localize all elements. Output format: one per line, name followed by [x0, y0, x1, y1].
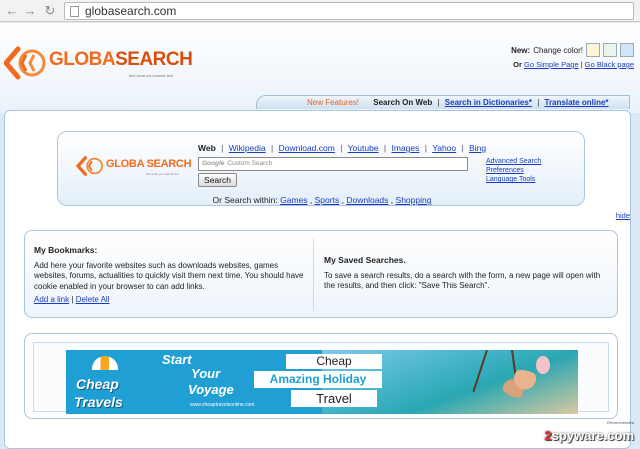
language-tools-link[interactable]: Language Tools	[486, 175, 541, 184]
advanced-search-link[interactable]: Advanced Search	[486, 157, 541, 166]
back-arrow-icon[interactable]: ←	[4, 3, 20, 19]
logo-chevron-icon	[4, 46, 46, 80]
engine-wikipedia[interactable]: Wikipedia	[229, 143, 266, 153]
search-logo-tagline: find what you wanna find	[146, 172, 180, 176]
separator: |	[580, 60, 583, 69]
engine-yahoo[interactable]: Yahoo	[432, 143, 456, 153]
ad-start-text: Start	[162, 352, 192, 367]
travel-ad-banner[interactable]: Cheap Travels Start Your Voyage www.chea…	[66, 350, 578, 414]
within-sports-link[interactable]: Sports	[315, 195, 340, 205]
site-header: GLOBASEARCH find what you wanna find New…	[0, 23, 640, 113]
separator: |	[437, 98, 440, 107]
forward-arrow-icon[interactable]: →	[22, 3, 38, 19]
separator: ,	[309, 195, 313, 205]
engine-download-com[interactable]: Download.com	[279, 143, 335, 153]
search-placeholder: Custom Search	[227, 160, 273, 167]
within-shopping-link[interactable]: Shopping	[396, 195, 432, 205]
ad-cheap-label: Cheap	[286, 354, 382, 369]
color-switcher: New: Change color! Or Go Simple Page | G…	[511, 43, 634, 69]
reload-icon[interactable]: ↻	[42, 3, 58, 19]
page-icon	[70, 6, 79, 17]
address-bar[interactable]: globasearch.com	[64, 2, 634, 20]
cheap-travels-logo: Cheap Travels	[70, 356, 140, 412]
separator: |	[461, 143, 464, 153]
bookmarks-text: Add here your favorite websites such as …	[34, 260, 304, 291]
ad-container: Cheap Travels Start Your Voyage www.chea…	[24, 333, 618, 419]
separator: |	[537, 98, 540, 107]
bookmarks-title: My Bookmarks:	[34, 245, 98, 255]
ad-frame: Cheap Travels Start Your Voyage www.chea…	[33, 342, 609, 414]
browser-toolbar: ← → ↻ globasearch.com	[0, 0, 640, 22]
2spyware-watermark: 2spyware.com	[544, 428, 634, 443]
engine-web[interactable]: Web	[198, 143, 216, 153]
globasearch-logo[interactable]: GLOBASEARCH find what you wanna find	[4, 43, 193, 89]
saved-searches-title: My Saved Searches.	[324, 255, 406, 265]
color-swatch-blue[interactable]	[620, 43, 634, 57]
logo-text: GLOBASEARCH	[49, 49, 193, 70]
search-box: GLOBA SEARCH find what you wanna find We…	[57, 131, 585, 206]
separator: |	[424, 143, 427, 153]
separator: |	[271, 143, 274, 153]
swinging-woman-image	[501, 370, 541, 398]
color-swatch-yellow[interactable]	[586, 43, 600, 57]
search-logo: GLOBA SEARCH find what you wanna find	[76, 154, 196, 180]
go-black-page-link[interactable]: Go Black page	[585, 60, 634, 69]
change-color-label: Change color!	[533, 45, 583, 55]
search-tabs: New Features! Search On Web | Search in …	[256, 95, 630, 109]
umbrella-icon	[92, 356, 118, 370]
bookmarks-panel: My Bookmarks: Add here your favorite web…	[34, 245, 306, 306]
user-panels: My Bookmarks: Add here your favorite web…	[24, 230, 618, 318]
ad-amazing-holiday-label: Amazing Holiday	[254, 371, 382, 388]
engine-bing[interactable]: Bing	[469, 143, 486, 153]
ad-your-text: Your	[191, 366, 221, 381]
go-simple-page-link[interactable]: Go Simple Page	[524, 60, 579, 69]
main-content: GLOBA SEARCH find what you wanna find We…	[4, 110, 631, 449]
tab-translate-online[interactable]: Translate online*	[545, 98, 609, 107]
search-within: Or Search within: Games , Sports , Downl…	[58, 195, 586, 205]
separator: ,	[390, 195, 394, 205]
or-search-within-label: Or Search within:	[212, 195, 278, 205]
tab-search-dictionaries[interactable]: Search in Dictionaries*	[445, 98, 532, 107]
separator: |	[221, 143, 224, 153]
logo-chevron-icon	[76, 156, 103, 176]
ad-travel-label: Travel	[291, 390, 377, 407]
ad-voyage-text: Voyage	[188, 382, 234, 397]
color-swatch-green[interactable]	[603, 43, 617, 57]
saved-searches-panel: My Saved Searches. To save a search resu…	[324, 255, 609, 292]
engine-youtube[interactable]: Youtube	[348, 143, 379, 153]
new-label: New:	[511, 45, 531, 55]
logo-tagline: find what you wanna find	[129, 73, 174, 78]
add-link-button[interactable]: Add a link	[34, 295, 69, 304]
search-input[interactable]: Google Custom Search	[198, 157, 468, 171]
engine-links: Web | Wikipedia | Download.com | Youtube…	[198, 143, 486, 153]
new-features-label: New Features!	[307, 98, 360, 107]
ad-url-text: www.cheaptravelsonline.com	[190, 402, 255, 408]
search-logo-text: GLOBA SEARCH	[106, 158, 192, 170]
watermark-badge: Recommended	[606, 420, 634, 425]
delete-all-button[interactable]: Delete All	[76, 295, 110, 304]
ad-brand-line2: Travels	[74, 394, 123, 410]
separator: |	[340, 143, 343, 153]
separator: |	[71, 295, 74, 304]
hide-link[interactable]: hide	[616, 211, 630, 220]
within-downloads-link[interactable]: Downloads	[346, 195, 388, 205]
panel-divider	[313, 239, 314, 311]
saved-searches-text: To save a search results, do a search wi…	[324, 270, 601, 291]
advanced-links: Advanced Search Preferences Language Too…	[486, 157, 541, 184]
within-games-link[interactable]: Games	[280, 195, 307, 205]
sun-hat-image	[536, 356, 550, 374]
search-button[interactable]: Search	[198, 173, 237, 187]
engine-images[interactable]: Images	[392, 143, 420, 153]
ad-brand-line1: Cheap	[76, 376, 119, 392]
separator: ,	[341, 195, 344, 205]
google-brand: Google	[202, 160, 225, 167]
tab-search-on-web[interactable]: Search On Web	[373, 98, 432, 107]
url-text[interactable]: globasearch.com	[85, 4, 176, 19]
separator: |	[383, 143, 387, 153]
preferences-link[interactable]: Preferences	[486, 166, 541, 175]
or-label: Or	[513, 60, 522, 69]
